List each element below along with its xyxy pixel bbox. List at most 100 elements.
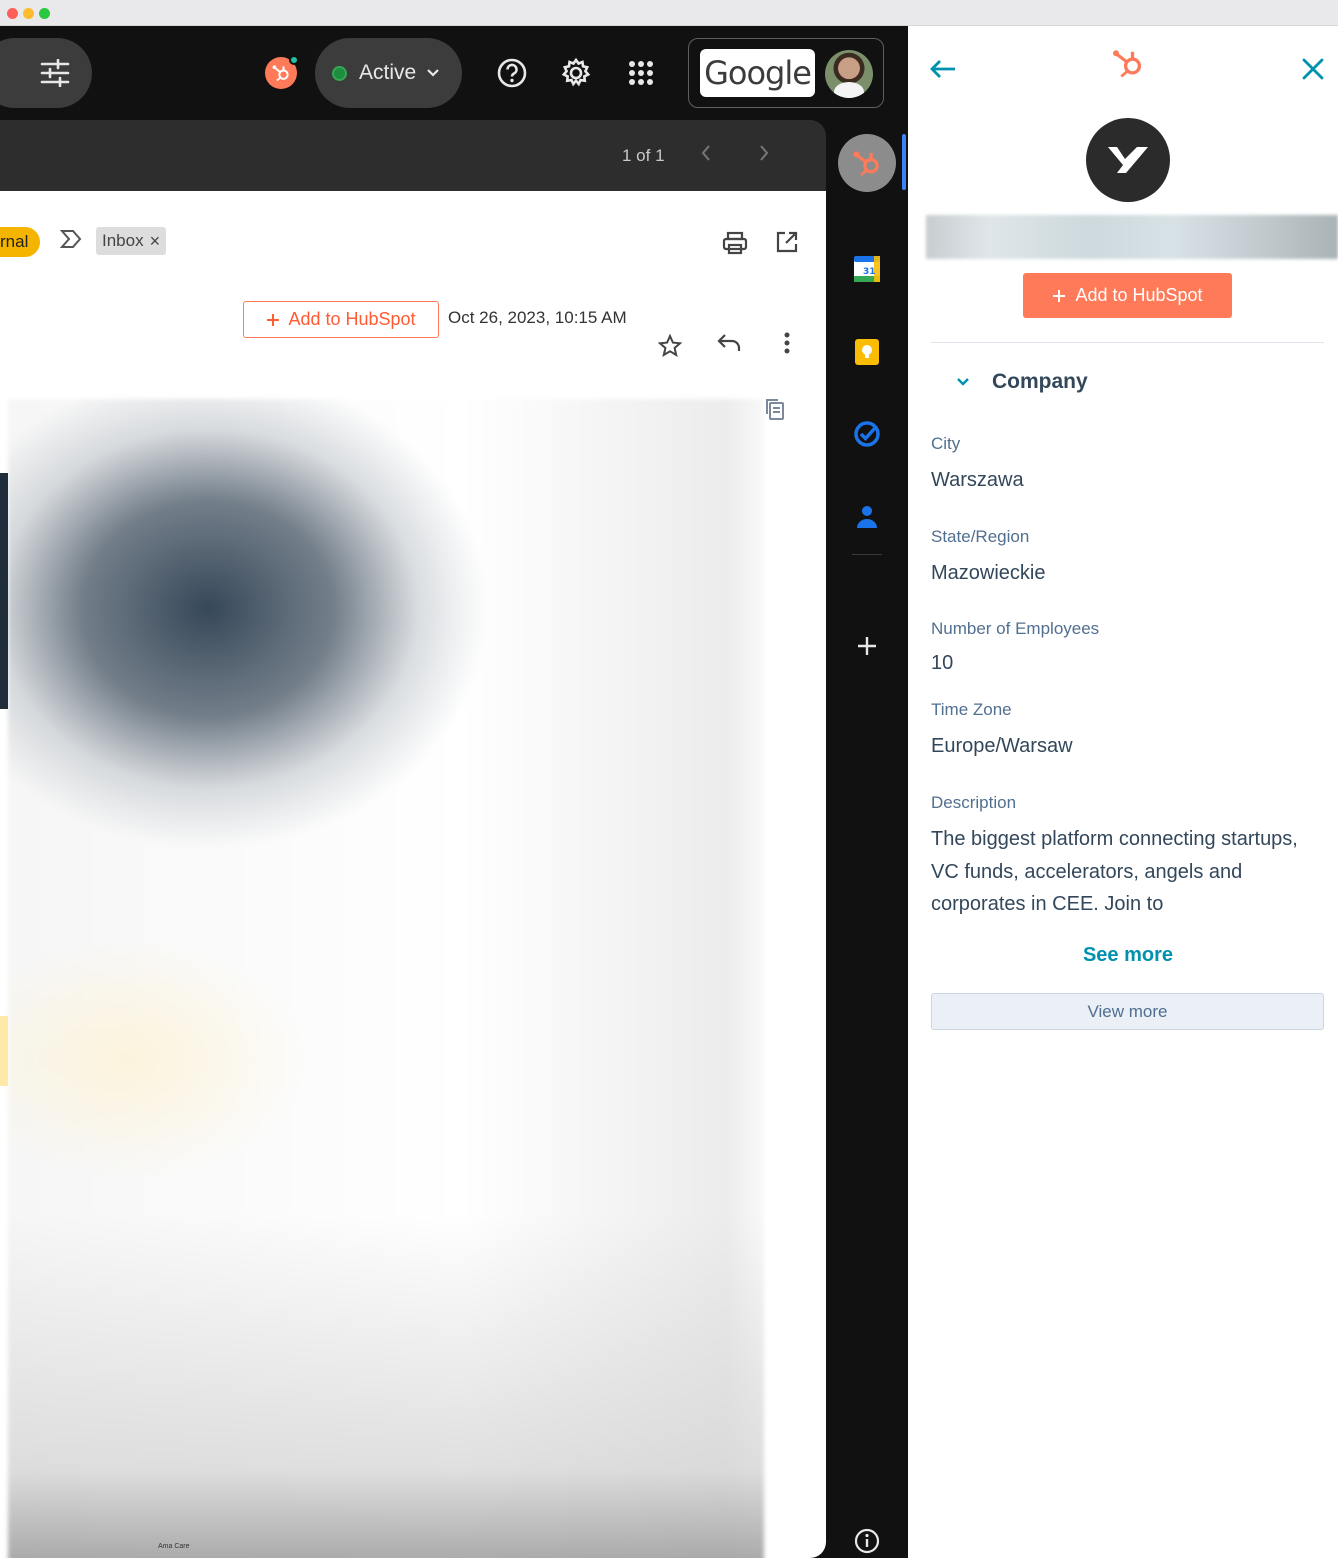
add-to-hubspot-label: Add to HubSpot — [1075, 285, 1203, 305]
tasks-icon — [854, 421, 880, 447]
keep-icon — [855, 339, 879, 365]
reply-button[interactable] — [714, 328, 744, 358]
info-icon — [854, 1528, 880, 1554]
settings-button[interactable] — [559, 56, 593, 90]
chevron-right-icon — [760, 145, 769, 161]
remove-label-button[interactable]: × — [150, 231, 161, 252]
search-options-button[interactable] — [0, 38, 92, 108]
close-window-button[interactable] — [7, 8, 18, 19]
add-to-hubspot-button[interactable]: Add to HubSpot — [243, 301, 439, 338]
status-badge — [289, 55, 299, 65]
google-logo: Google — [700, 49, 815, 97]
back-arrow-icon — [930, 60, 955, 78]
close-icon — [1302, 58, 1324, 80]
hubspot-sidebar: Add to HubSpot Company City Warszawa Sta… — [908, 26, 1338, 1558]
label-inbox-text: Inbox — [102, 231, 144, 250]
active-indicator — [902, 134, 906, 190]
section-title: Company — [992, 370, 1088, 393]
message-content-blurred — [8, 399, 764, 1558]
filter-sliders-icon — [40, 59, 70, 87]
hubspot-status-icon[interactable] — [265, 55, 299, 89]
google-account-button[interactable]: Google — [688, 38, 884, 108]
print-button[interactable] — [720, 228, 750, 258]
plus-icon — [267, 313, 280, 326]
sprocket-icon — [1113, 50, 1142, 78]
minimize-window-button[interactable] — [23, 8, 34, 19]
chevron-left-icon — [701, 145, 710, 161]
company-section-toggle[interactable]: Company — [956, 370, 1088, 394]
rail-divider — [852, 554, 882, 555]
timezone-label: Time Zone — [931, 700, 1012, 719]
sprocket-icon — [272, 65, 289, 82]
older-button[interactable] — [758, 142, 770, 168]
back-button[interactable] — [928, 54, 958, 84]
more-options-button[interactable] — [772, 328, 802, 358]
keep-addon-button[interactable] — [852, 337, 882, 367]
gmail-window: Active Google 1 of 1 rnal Inbox × Add to… — [0, 26, 908, 1558]
zoom-window-button[interactable] — [39, 8, 50, 19]
copy-button[interactable] — [764, 397, 786, 426]
svg-text:31: 31 — [863, 267, 876, 277]
city-label: City — [931, 434, 961, 453]
newer-button[interactable] — [700, 142, 712, 168]
help-button[interactable] — [495, 56, 529, 90]
copy-icon — [766, 399, 784, 420]
more-vertical-icon — [784, 332, 790, 354]
importance-marker-icon[interactable] — [59, 229, 82, 254]
get-addons-button[interactable] — [852, 631, 882, 661]
divider — [931, 342, 1324, 343]
sprocket-icon — [853, 151, 879, 177]
side-panel-rail: 31 — [826, 120, 908, 1558]
calendar-addon-button[interactable]: 31 — [852, 254, 882, 284]
company-logo — [1086, 118, 1170, 202]
add-icon — [858, 637, 876, 655]
city-value: Warszawa — [931, 469, 1024, 491]
message-date: Oct 26, 2023, 10:15 AM — [448, 308, 627, 327]
reply-icon — [717, 334, 741, 351]
message-view: rnal Inbox × Add to HubSpot Oct 26, 2023… — [0, 191, 826, 1558]
open-in-new-window-icon — [776, 231, 798, 253]
state-region-value: Mazowieckie — [931, 562, 1046, 584]
calendar-icon: 31 — [854, 256, 880, 282]
content-edge-highlight — [0, 1016, 8, 1086]
avatar — [825, 50, 873, 98]
contacts-addon-button[interactable] — [852, 502, 882, 532]
tasks-addon-button[interactable] — [852, 419, 882, 449]
state-region-label: State/Region — [931, 527, 1030, 546]
add-to-hubspot-label: Add to HubSpot — [288, 309, 416, 329]
footer-snippet: Ama Care — [158, 1543, 190, 1550]
label-chip-inbox: Inbox × — [96, 227, 167, 255]
hubspot-addon-button[interactable] — [838, 134, 896, 192]
apps-grid-icon — [629, 61, 653, 85]
star-button[interactable] — [655, 331, 685, 361]
employees-value: 10 — [931, 652, 954, 674]
status-indicator — [332, 65, 347, 81]
see-more-link[interactable]: See more — [908, 944, 1338, 967]
description-label: Description — [931, 793, 1017, 812]
window-titlebar — [0, 0, 1338, 26]
description-value: The biggest platform connecting startups… — [931, 828, 1298, 915]
help-icon — [497, 58, 527, 88]
print-icon — [722, 231, 748, 255]
google-apps-button[interactable] — [624, 56, 658, 90]
add-to-hubspot-button[interactable]: Add to HubSpot — [1023, 273, 1232, 318]
info-button[interactable] — [852, 1526, 882, 1556]
open-in-new-window-button[interactable] — [772, 227, 802, 257]
star-icon — [658, 334, 682, 358]
message-toolbar: 1 of 1 — [0, 120, 826, 191]
plus-icon — [1053, 289, 1066, 302]
settings-gear-icon — [561, 57, 591, 87]
contacts-icon — [857, 506, 877, 528]
hubspot-logo — [1108, 43, 1148, 83]
employees-label: Number of Employees — [931, 619, 1100, 638]
pagination-count: 1 of 1 — [622, 146, 665, 165]
view-more-button[interactable]: View more — [931, 993, 1324, 1030]
label-chip-partial[interactable]: rnal — [0, 227, 41, 257]
status-label: Active — [359, 61, 417, 84]
chevron-down-icon — [957, 378, 969, 386]
company-name-blurred — [926, 215, 1338, 259]
chevron-down-icon — [427, 69, 439, 77]
timezone-value: Europe/Warsaw — [931, 735, 1073, 757]
status-dropdown[interactable]: Active — [315, 38, 462, 108]
close-button[interactable] — [1298, 54, 1328, 84]
